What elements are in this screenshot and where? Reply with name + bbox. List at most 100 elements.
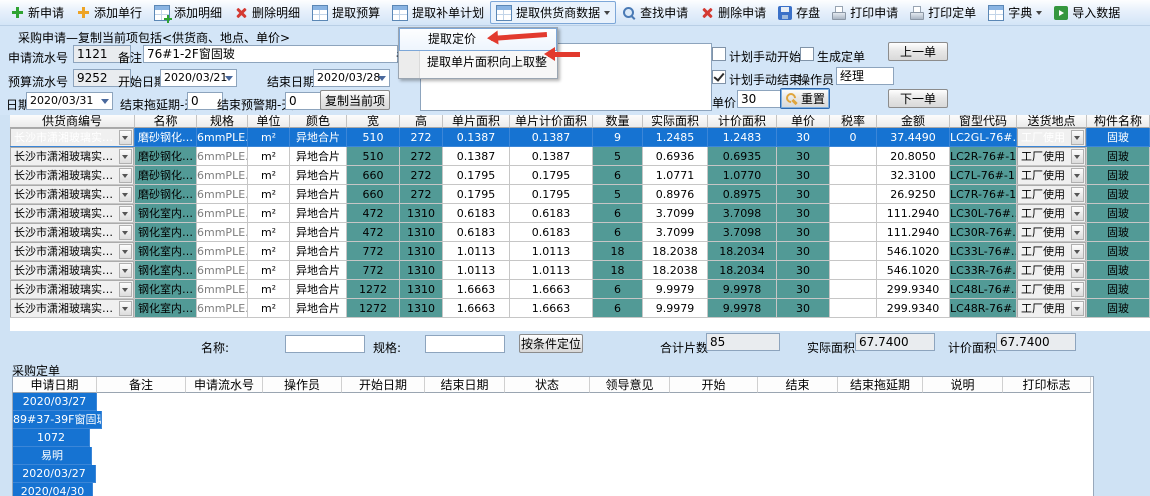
toolbar-button-add-row[interactable]: 添加单行 xyxy=(70,1,148,24)
toolbar-button-find-request[interactable]: 查找申请 xyxy=(616,1,694,24)
generate-order-checkbox[interactable] xyxy=(800,47,814,61)
supplier-combo[interactable]: 长沙市潇湘玻璃实… xyxy=(10,166,134,185)
toolbar-button-import-data[interactable]: 导入数据 xyxy=(1048,1,1126,24)
supplier-combo[interactable]: 长沙市潇湘玻璃实… xyxy=(10,242,134,261)
order-row[interactable]: 2020/03/2789#37-39F窗固玻1072易明2020/03/2720… xyxy=(13,393,1093,496)
delivery-location-combo[interactable]: 工厂使用 xyxy=(1017,223,1086,242)
cell: 长沙市潇湘玻璃实… xyxy=(10,299,135,318)
combo-arrow-icon[interactable] xyxy=(1071,282,1084,297)
toolbar-button-delete-detail[interactable]: 删除明细 xyxy=(228,1,306,24)
combo-arrow-icon[interactable] xyxy=(119,244,132,259)
supplier-combo[interactable]: 长沙市潇湘玻璃实… xyxy=(10,261,134,280)
detail-table-row[interactable]: 长沙市潇湘玻璃实…钢化室内…6mmPLE…m²异地合片127213101.666… xyxy=(10,299,1150,318)
end-date-label: 结束日期 xyxy=(267,73,315,90)
unit-price-field[interactable]: 30 xyxy=(737,90,781,108)
combo-arrow-icon[interactable] xyxy=(1071,149,1084,164)
toolbar-button-extract-supplement-plan[interactable]: 提取补单计划 xyxy=(386,1,490,24)
toolbar-button-extract-supplier-data[interactable]: 提取供货商数据 xyxy=(490,1,616,24)
end-warning-field[interactable]: 0 xyxy=(285,92,321,110)
toolbar-button-new-request[interactable]: 新申请 xyxy=(4,1,70,24)
detail-table-row[interactable]: 长沙市潇湘玻璃实…钢化室内…6mmPLE…m²异地合片77213101.0113… xyxy=(10,261,1150,280)
detail-table-row[interactable]: 长沙市潇湘玻璃实…磨砂钢化…6mmPLE…m²异地合片5102720.13870… xyxy=(10,128,1150,147)
detail-table-row[interactable]: 长沙市潇湘玻璃实…钢化室内…6mmPLE…m²异地合片127213101.666… xyxy=(10,280,1150,299)
cell: 0.6183 xyxy=(510,204,593,223)
combo-arrow-icon[interactable] xyxy=(1071,187,1084,202)
cell: 6mmPLE… xyxy=(197,147,248,166)
delivery-location-combo[interactable]: 工厂使用 xyxy=(1017,204,1086,223)
detail-table-row[interactable]: 长沙市潇湘玻璃实…磨砂钢化…6mmPLE…m²异地合片5102720.13870… xyxy=(10,147,1150,166)
supplier-combo[interactable]: 长沙市潇湘玻璃实… xyxy=(10,185,134,204)
combo-arrow-icon[interactable] xyxy=(119,149,132,164)
combo-arrow-icon[interactable] xyxy=(1071,244,1084,259)
combo-arrow-icon[interactable] xyxy=(1071,206,1084,221)
copy-current-button[interactable]: 复制当前项 xyxy=(320,90,390,110)
combo-arrow-icon[interactable] xyxy=(119,225,132,240)
generate-order-label: 生成定单 xyxy=(817,48,865,65)
cell: 长沙市潇湘玻璃实… xyxy=(10,204,135,223)
delivery-location-combo[interactable]: 工厂使用 xyxy=(1017,128,1086,147)
purchase-request-form: 采购申请—复制当前项包括<供货商、地点、单价> 申请流水号 1121 备注 76… xyxy=(0,26,1150,115)
toolbar-button-delete-request[interactable]: 删除申请 xyxy=(694,1,772,24)
supplier-combo[interactable]: 长沙市潇湘玻璃实… xyxy=(10,280,134,299)
combo-arrow-icon[interactable] xyxy=(1071,301,1084,316)
combo-arrow-icon[interactable] xyxy=(1071,130,1084,145)
filter-name-input[interactable] xyxy=(285,335,365,353)
toolbar-button-print-request[interactable]: 打印申请 xyxy=(826,1,904,24)
plan-manual-end-checkbox[interactable] xyxy=(712,70,726,84)
toolbar-button-save[interactable]: 存盘 xyxy=(772,1,826,24)
prev-order-button[interactable]: 上一单 xyxy=(888,42,948,61)
combo-arrow-icon[interactable] xyxy=(119,187,132,202)
reset-button[interactable]: 重置 xyxy=(780,88,830,109)
supplier-combo[interactable]: 长沙市潇湘玻璃实… xyxy=(10,299,134,318)
delivery-location-combo[interactable]: 工厂使用 xyxy=(1017,242,1086,261)
combo-arrow-icon[interactable] xyxy=(119,301,132,316)
start-date-picker[interactable]: 2020/03/21 xyxy=(160,69,237,87)
combo-arrow-icon[interactable] xyxy=(119,130,132,145)
delivery-location-combo[interactable]: 工厂使用 xyxy=(1017,280,1086,299)
combo-arrow-icon[interactable] xyxy=(1071,263,1084,278)
plan-manual-start-checkbox[interactable] xyxy=(712,47,726,61)
detail-table-row[interactable]: 长沙市潇湘玻璃实…钢化室内…6mmPLE…m²异地合片77213101.0113… xyxy=(10,242,1150,261)
end-date-picker[interactable]: 2020/03/28 xyxy=(313,69,390,87)
supplier-combo[interactable]: 长沙市潇湘玻璃实… xyxy=(10,128,134,147)
date-picker[interactable]: 2020/03/31 xyxy=(26,92,113,110)
priced-area-label: 计价面积 xyxy=(948,339,996,356)
cell: 0.1795 xyxy=(510,166,593,185)
delivery-location-combo[interactable]: 工厂使用 xyxy=(1017,261,1086,280)
combo-arrow-icon[interactable] xyxy=(119,282,132,297)
combo-arrow-icon[interactable] xyxy=(119,168,132,183)
delivery-location-combo[interactable]: 工厂使用 xyxy=(1017,185,1086,204)
toolbar-button-dictionary[interactable]: 字典 xyxy=(982,1,1048,24)
toolbar-button-add-detail[interactable]: 添加明细 xyxy=(148,1,228,24)
supplier-combo[interactable]: 长沙市潇湘玻璃实… xyxy=(10,147,134,166)
detail-table-row[interactable]: 长沙市潇湘玻璃实…磨砂钢化…6mmPLE…m²异地合片6602720.17950… xyxy=(10,185,1150,204)
toolbar-button-print-order[interactable]: 打印定单 xyxy=(904,1,982,24)
cell: 磨砂钢化… xyxy=(135,166,197,185)
supplier-combo[interactable]: 长沙市潇湘玻璃实… xyxy=(10,223,134,242)
operator-field[interactable]: 经理 xyxy=(836,67,894,85)
cell: 异地合片 xyxy=(290,204,347,223)
cell: 异地合片 xyxy=(290,128,347,147)
combo-arrow-icon[interactable] xyxy=(1071,225,1084,240)
combo-arrow-icon[interactable] xyxy=(119,263,132,278)
detail-table-row[interactable]: 长沙市潇湘玻璃实…磨砂钢化…6mmPLE…m²异地合片6602720.17950… xyxy=(10,166,1150,185)
toolbar-button-label: 提取预算 xyxy=(332,4,380,21)
detail-table-row[interactable]: 长沙市潇湘玻璃实…钢化室内…6mmPLE…m²异地合片47213100.6183… xyxy=(10,223,1150,242)
detail-table-row[interactable]: 长沙市潇湘玻璃实…钢化室内…6mmPLE…m²异地合片47213100.6183… xyxy=(10,204,1150,223)
locate-by-condition-button[interactable]: 按条件定位 xyxy=(519,334,583,353)
combo-arrow-icon[interactable] xyxy=(1071,168,1084,183)
menu-item-extract-pricing[interactable]: 提取定价 xyxy=(399,28,557,51)
filter-spec-input[interactable] xyxy=(425,335,505,353)
combo-arrow-icon[interactable] xyxy=(119,206,132,221)
cell xyxy=(830,280,877,299)
delivery-location-combo[interactable]: 工厂使用 xyxy=(1017,147,1086,166)
cell: 固玻 xyxy=(1087,242,1150,261)
delivery-location-combo[interactable]: 工厂使用 xyxy=(1017,166,1086,185)
menu-item-round-up-piece-area[interactable]: 提取单片面积向上取整 xyxy=(399,51,557,74)
next-order-button[interactable]: 下一单 xyxy=(888,89,948,108)
remark-field[interactable]: 76#1-2F窗固玻 xyxy=(143,45,398,63)
delivery-location-combo[interactable]: 工厂使用 xyxy=(1017,299,1086,318)
supplier-combo[interactable]: 长沙市潇湘玻璃实… xyxy=(10,204,134,223)
cell xyxy=(830,204,877,223)
toolbar-button-extract-budget[interactable]: 提取预算 xyxy=(306,1,386,24)
